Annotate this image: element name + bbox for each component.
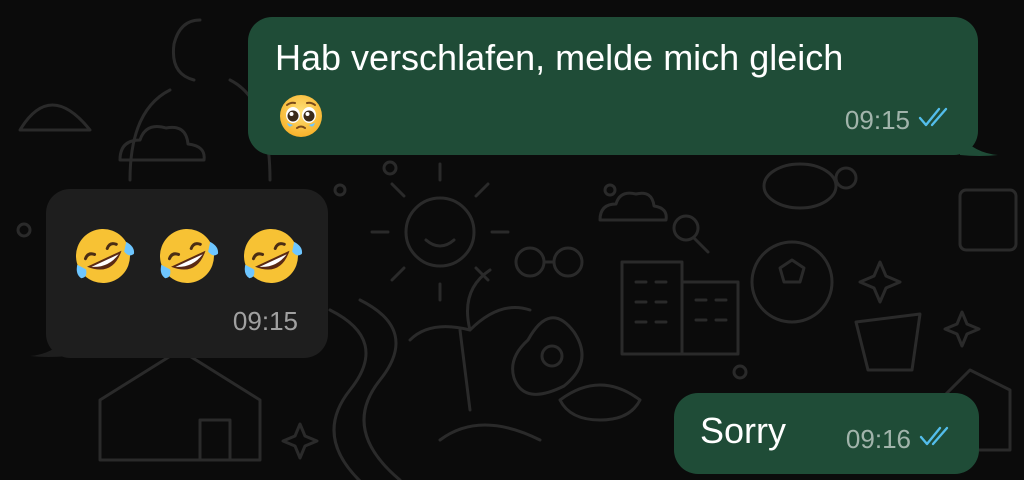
message-meta: 09:16	[846, 416, 959, 462]
outgoing-message-bubble[interactable]: Hab verschlafen, melde mich gleich 09:15	[248, 17, 978, 155]
message-text: Hab verschlafen, melde mich gleich	[275, 37, 844, 78]
outgoing-message-bubble[interactable]: Sorry 09:16	[674, 393, 979, 474]
rolling-on-floor-laughing-emoji-icon	[70, 225, 136, 298]
message-time: 09:15	[844, 105, 910, 135]
message-time: 09:15	[232, 306, 298, 336]
pleading-face-emoji-icon	[278, 93, 324, 139]
rolling-on-floor-laughing-emoji-icon	[154, 225, 220, 298]
message-meta: 09:15	[845, 97, 958, 143]
emoji-row	[70, 225, 304, 298]
incoming-bubble-tail	[30, 336, 68, 357]
incoming-message-bubble[interactable]: 09:15	[46, 189, 328, 358]
message-text: Sorry	[700, 410, 787, 451]
rolling-on-floor-laughing-emoji-icon	[238, 225, 304, 298]
message-meta: 09:15	[233, 298, 298, 344]
read-receipt-double-check-icon	[919, 416, 959, 462]
outgoing-bubble-tail	[960, 135, 998, 156]
read-receipt-double-check-icon	[918, 97, 958, 143]
message-time: 09:16	[845, 424, 911, 454]
